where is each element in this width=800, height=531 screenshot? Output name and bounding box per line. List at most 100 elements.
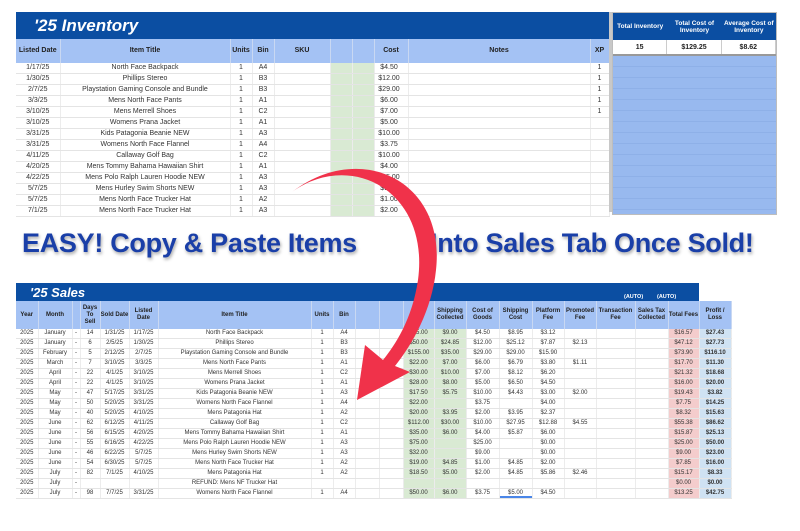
sales-cell-platform[interactable]: $3.00 (532, 388, 565, 399)
sales-cell-ship-cost[interactable]: $27.95 (499, 418, 533, 429)
sales-cell-txn[interactable] (596, 418, 636, 429)
sales-cell-profit[interactable]: $11.30 (699, 358, 732, 369)
sales-cell-month[interactable]: June (38, 438, 73, 449)
inventory-cell-empty[interactable] (408, 73, 591, 86)
sales-cell-sold[interactable]: 5/20/25 (100, 408, 130, 419)
sales-cell-units[interactable]: 1 (311, 388, 334, 399)
sales-cell-sale[interactable]: $28.00 (403, 378, 435, 389)
sales-cell-empty[interactable] (355, 398, 380, 409)
sales-cell-title[interactable]: Womens Prana Jacket (158, 378, 312, 389)
sales-cell-profit[interactable]: $8.33 (699, 468, 732, 479)
inventory-cell-empty[interactable] (330, 172, 353, 185)
sales-cell-sold[interactable] (100, 478, 130, 489)
sales-column-header[interactable]: Shipping Collected (434, 301, 467, 329)
sales-column-header[interactable]: Item Title (158, 301, 312, 329)
sales-cell-bin[interactable] (333, 478, 356, 489)
sales-cell-cogs[interactable]: $5.00 (466, 378, 500, 389)
inventory-cell-cost[interactable]: $12.00 (374, 73, 409, 86)
sales-cell-ship-col[interactable]: $6.00 (434, 428, 467, 439)
inventory-cell-bin[interactable]: A4 (252, 139, 275, 152)
month-dropdown-icon[interactable]: - (72, 478, 81, 489)
sales-cell-empty[interactable] (355, 329, 380, 339)
sales-cell-title[interactable]: Mens Hurley Swim Shorts NEW (158, 448, 312, 459)
month-dropdown-icon[interactable]: - (72, 428, 81, 439)
sales-cell-units[interactable]: 1 (311, 358, 334, 369)
sales-cell-sale[interactable]: $20.00 (403, 408, 435, 419)
sales-cell-platform[interactable]: $7.87 (532, 338, 565, 349)
inventory-cell-empty[interactable] (274, 150, 331, 163)
sales-cell-ship-cost[interactable]: $4.85 (499, 458, 533, 469)
sales-cell-sold[interactable]: 6/22/25 (100, 448, 130, 459)
sales-cell-sold[interactable]: 7/1/25 (100, 468, 130, 479)
sales-cell-days[interactable]: 50 (80, 398, 101, 409)
inventory-cell-empty[interactable] (352, 117, 375, 130)
sales-cell-promoted[interactable] (564, 448, 597, 459)
sales-column-header[interactable]: Sold Date (100, 301, 130, 329)
sales-cell-empty[interactable] (379, 448, 404, 459)
sales-cell-ship-cost[interactable]: $6.50 (499, 378, 533, 389)
inventory-cell-units[interactable]: 1 (230, 172, 253, 185)
sales-cell-fees[interactable]: $0.00 (668, 478, 700, 489)
sales-cell-days[interactable]: 22 (80, 368, 101, 379)
sales-cell-bin[interactable]: A2 (333, 458, 356, 469)
sales-cell-month[interactable]: July (38, 468, 73, 479)
sales-cell-month[interactable]: June (38, 418, 73, 429)
sales-cell-year[interactable]: 2025 (16, 329, 39, 339)
sales-cell-days[interactable]: 22 (80, 378, 101, 389)
month-dropdown-icon[interactable]: - (72, 408, 81, 419)
sales-cell-profit[interactable]: $16.00 (699, 458, 732, 469)
sales-cell-units[interactable]: 1 (311, 329, 334, 339)
sales-cell-sale[interactable]: $22.00 (403, 358, 435, 369)
sales-cell-title[interactable]: Mens North Face Pants (158, 358, 312, 369)
sales-cell-year[interactable]: 2025 (16, 348, 39, 359)
sales-cell-sold[interactable]: 4/1/25 (100, 378, 130, 389)
sales-cell-cogs[interactable]: $1.00 (466, 458, 500, 469)
sales-cell-tax[interactable] (635, 398, 669, 409)
sales-cell-platform[interactable]: $2.37 (532, 408, 565, 419)
inventory-column-header[interactable]: SKU (274, 39, 331, 63)
inventory-cell-units[interactable]: 1 (230, 150, 253, 163)
inventory-cell-cost[interactable]: $10.00 (374, 128, 409, 141)
sales-cell-txn[interactable] (596, 428, 636, 439)
sales-cell-cogs[interactable]: $9.00 (466, 448, 500, 459)
sales-cell-cogs[interactable]: $2.00 (466, 408, 500, 419)
sales-cell-txn[interactable] (596, 388, 636, 399)
sales-cell-empty[interactable] (379, 338, 404, 349)
inventory-cell-date[interactable]: 3/31/25 (16, 128, 61, 141)
inventory-cell-empty[interactable] (274, 139, 331, 152)
sales-cell-promoted[interactable]: $2.13 (564, 338, 597, 349)
sales-cell-bin[interactable]: A2 (333, 468, 356, 479)
sales-cell-sold[interactable]: 7/7/25 (100, 488, 130, 499)
inventory-cell-xp[interactable] (590, 161, 610, 174)
sales-cell-month[interactable]: June (38, 428, 73, 439)
sales-cell-year[interactable]: 2025 (16, 408, 39, 419)
sales-cell-year[interactable]: 2025 (16, 418, 39, 429)
sales-cell-units[interactable]: 1 (311, 448, 334, 459)
sales-cell-ship-col[interactable]: $8.00 (434, 378, 467, 389)
sales-cell-empty[interactable] (355, 468, 380, 479)
sales-cell-month[interactable]: April (38, 368, 73, 379)
sales-cell-year[interactable]: 2025 (16, 488, 39, 499)
sales-cell-month[interactable]: February (38, 348, 73, 359)
inventory-cell-date[interactable]: 5/7/25 (16, 183, 61, 196)
sales-cell-cogs[interactable]: $12.00 (466, 338, 500, 349)
sales-cell-cogs[interactable]: $6.00 (466, 358, 500, 369)
sales-column-header[interactable]: Units (311, 301, 334, 329)
sales-cell-txn[interactable] (596, 448, 636, 459)
inventory-cell-units[interactable]: 1 (230, 106, 253, 119)
inventory-cell-title[interactable]: Callaway Golf Bag (60, 150, 231, 163)
sales-cell-empty[interactable] (355, 438, 380, 449)
stat-average-cost[interactable]: $8.62 (722, 40, 776, 54)
sales-cell-ship-col[interactable]: $5.00 (434, 468, 467, 479)
inventory-cell-empty[interactable] (352, 73, 375, 86)
month-dropdown-icon[interactable]: - (72, 329, 81, 339)
stat-total-cost[interactable]: $129.25 (667, 40, 722, 54)
sales-cell-listed[interactable]: 2/7/25 (129, 348, 159, 359)
inventory-cell-xp[interactable]: 1 (590, 106, 610, 119)
sales-cell-ship-col[interactable]: $35.00 (434, 348, 467, 359)
sales-cell-empty[interactable] (379, 368, 404, 379)
sales-cell-fees[interactable]: $9.00 (668, 448, 700, 459)
inventory-cell-empty[interactable] (330, 106, 353, 119)
inventory-cell-cost[interactable]: $5.00 (374, 117, 409, 130)
sales-cell-listed[interactable]: 3/10/25 (129, 378, 159, 389)
